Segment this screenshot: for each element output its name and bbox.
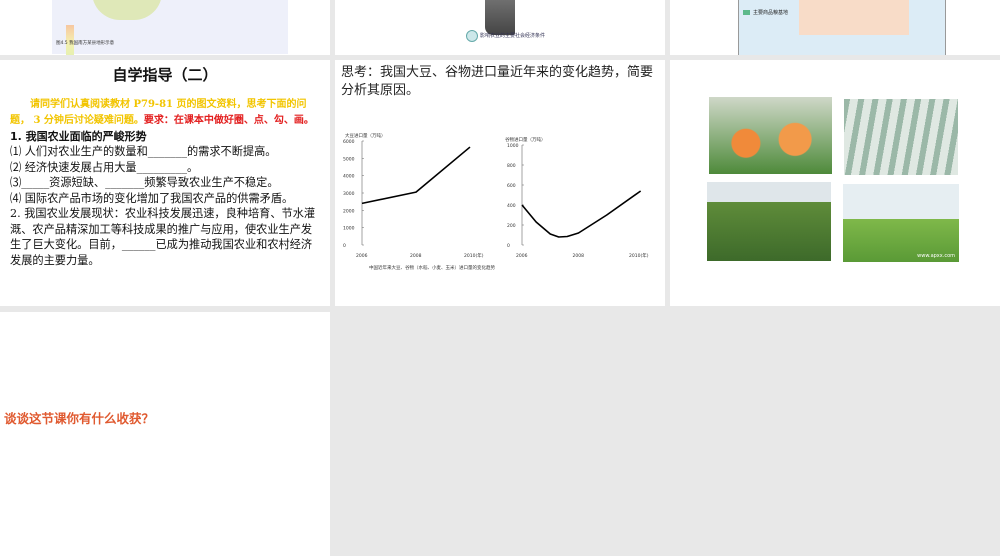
body-line: ⑴ 人们对农业生产的数量和_______的需求不断提高。 [10, 145, 277, 158]
map-land [92, 0, 162, 20]
body-line: ⑵ 经济快速发展占用大量_________。 [10, 160, 199, 174]
y-tick-label: 2000 [343, 208, 355, 214]
map-legend-label: 主要商品粮基地 [753, 9, 789, 16]
pumpkin-greenhouse-photo [709, 97, 832, 174]
x-tick-label: 2008 [573, 253, 585, 259]
y-tick-label: 600 [507, 183, 516, 189]
map-caption: 图4.5 我国南方某县地形示意 [56, 41, 115, 46]
section-heading-2: 2. 我国农业发展现状：农业科技发展迅速，良种培育、节水灌溉、农产品精深加工等科… [10, 207, 316, 267]
y-tick-label: 0 [343, 243, 346, 249]
slide-1-thumbnail[interactable]: 图4.5 我国南方某县地形示意 [0, 0, 330, 55]
y-axis-label: 谷物进口量（万吨） [505, 136, 546, 143]
requirement-text: 要求：在课本中做好圈、点、勾、画。 [143, 115, 314, 126]
slide-5-thumbnail[interactable]: 思考：我国大豆、谷物进口量近年来的变化趋势，简要分析其原因。 大豆进口量（万吨）… [335, 60, 665, 306]
watermark: www.apxx.com [917, 253, 955, 259]
y-tick-label: 0 [507, 243, 510, 249]
sprinkler-irrigation-photo [707, 182, 831, 261]
y-tick-label: 1000 [343, 226, 355, 232]
china-map: 主要商品粮基地 [738, 0, 946, 55]
series-line-1 [521, 190, 642, 238]
illustration-caption: 影响农业的主要社会经济条件 [480, 33, 546, 39]
person-illustration [485, 0, 515, 35]
section-heading-1: 1. 我国农业面临的严峻形势 [10, 129, 147, 143]
y-axis-label: 大豆进口量（万吨） [345, 132, 386, 139]
map-image: 图4.5 我国南方某县地形示意 [52, 0, 288, 55]
vertical-farming-photo [844, 99, 958, 175]
x-tick-label: 2006 [356, 253, 368, 259]
slide-title: 自学指导（二） [112, 66, 218, 84]
y-tick-label: 5000 [343, 156, 355, 162]
empty-sorter-area [335, 312, 1000, 556]
summary-question: 谈谈这节课你有什么收获？ [4, 411, 155, 426]
y-tick-label: 1000 [507, 143, 519, 149]
crop-duster-photo: www.apxx.com [843, 184, 959, 262]
bubble-icon [466, 30, 478, 42]
import-charts: 大豆进口量（万吨）01000200030004000500060002006 20… [343, 132, 649, 271]
y-tick-label: 3000 [343, 191, 355, 197]
chart-caption: 中国近年来大豆、谷物（水稻、小麦、玉米）进口量的变化趋势 [369, 264, 495, 271]
slide-7-thumbnail[interactable]: 谈谈这节课你有什么收获？ [0, 312, 330, 556]
y-tick-label: 800 [507, 163, 516, 169]
y-tick-label: 6000 [343, 139, 355, 145]
map-land [799, 0, 909, 35]
x-tick-label: 2006 [516, 253, 528, 259]
slide-body: 请同学们认真阅读教材 P79-81 页的图文资料，思考下面的问题， 3 分钟后讨… [10, 96, 320, 268]
x-tick-label: 2008 [410, 253, 422, 259]
body-line: ⑷ 国际农产品市场的变化增加了我国农产品的供需矛盾。 [10, 191, 294, 205]
y-tick-label: 200 [507, 223, 516, 229]
x-tick-label: 2010(年) [464, 252, 484, 259]
slide-2-thumbnail[interactable]: 影响农业的主要社会经济条件 [335, 0, 665, 55]
body-line: ⑶_____资源短缺、_______频繁导致农业生产不稳定。 [10, 176, 279, 189]
y-tick-label: 4000 [343, 174, 355, 180]
slide-3-thumbnail[interactable]: 主要商品粮基地 [670, 0, 1000, 55]
legend-swatch [743, 10, 750, 15]
x-tick-label: 2010(年) [629, 252, 649, 259]
slide-4-thumbnail[interactable]: 自学指导（二） 请同学们认真阅读教材 P79-81 页的图文资料，思考下面的问题… [0, 60, 330, 306]
y-tick-label: 400 [507, 203, 516, 209]
series-line-0 [361, 146, 471, 205]
slide-6-thumbnail[interactable]: www.apxx.com [670, 60, 1000, 306]
